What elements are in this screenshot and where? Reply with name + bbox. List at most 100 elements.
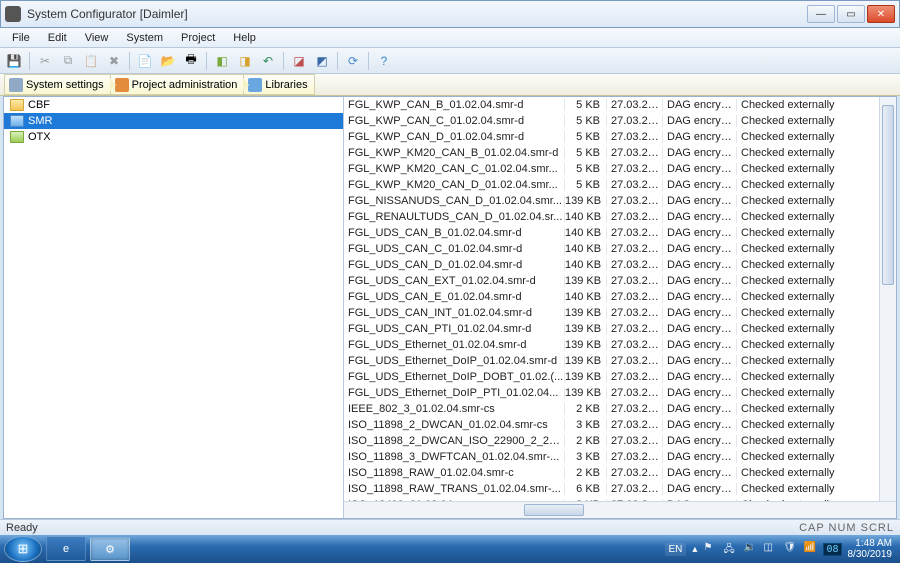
cell-enc: DAG encrypt... (662, 195, 736, 207)
refresh-button[interactable]: ⟳ (343, 51, 363, 71)
separator (29, 52, 30, 70)
tree-item-otx[interactable]: OTX (4, 129, 343, 145)
save-button[interactable]: 💾 (4, 51, 24, 71)
status-bar: Ready CAP NUM SCRL (0, 519, 900, 535)
cell-name: ISO_11898_2_DWCAN_ISO_22900_2_2_(... (344, 435, 564, 447)
vertical-scrollbar[interactable] (879, 97, 896, 501)
toolbar: 💾 ✂ ⧉ 📋 ✖ 📄 📂 🖶 ◧ ◨ ↶ ◪ ◩ ⟳ ? (0, 48, 900, 74)
flag-icon[interactable]: ⚑ (703, 542, 717, 556)
clock[interactable]: 1:48 AM 8/30/2019 (848, 538, 897, 560)
cell-date: 27.03.20... (606, 131, 662, 143)
table-row[interactable]: FGL_KWP_KM20_CAN_C_01.02.04.smr...5 KB27… (344, 161, 896, 177)
table-row[interactable]: ISO_11898_RAW_01.02.04.smr-c2 KB27.03.20… (344, 465, 896, 481)
cell-chk: Checked externally (736, 115, 896, 127)
cell-date: 27.03.20... (606, 243, 662, 255)
table-row[interactable]: FGL_UDS_Ethernet_DoIP_01.02.04.smr-d139 … (344, 353, 896, 369)
breadcrumb-item[interactable]: Libraries (243, 74, 314, 95)
cell-date: 27.03.20... (606, 307, 662, 319)
open-button[interactable]: 📂 (158, 51, 178, 71)
main-panel: CBFSMROTX FGL_KWP_CAN_B_01.02.04.smr-d5 … (3, 96, 897, 519)
separator (337, 52, 338, 70)
cell-chk: Checked externally (736, 483, 896, 495)
menu-project[interactable]: Project (173, 30, 223, 46)
cell-name: ISO_11898_2_DWCAN_01.02.04.smr-cs (344, 419, 564, 431)
horizontal-scrollbar[interactable] (344, 501, 896, 518)
breadcrumb-item[interactable]: Project administration (110, 74, 245, 95)
table-row[interactable]: FGL_KWP_CAN_C_01.02.04.smr-d5 KB27.03.20… (344, 113, 896, 129)
network-icon[interactable]: 🖧 (723, 542, 737, 556)
table-row[interactable]: ISO_11898_2_DWCAN_01.02.04.smr-cs3 KB27.… (344, 417, 896, 433)
close-button[interactable]: ✕ (867, 5, 895, 23)
volume-icon[interactable]: 🔉 (743, 542, 757, 556)
scrollbar-thumb[interactable] (524, 504, 584, 516)
start-button[interactable]: ⊞ (4, 536, 42, 562)
language-indicator[interactable]: EN (665, 543, 687, 556)
table-row[interactable]: IEEE_802_3_01.02.04.smr-cs2 KB27.03.20..… (344, 401, 896, 417)
table-row[interactable]: ISO_11898_RAW_TRANS_01.02.04.smr-...6 KB… (344, 481, 896, 497)
paste-button[interactable]: 📋 (81, 51, 101, 71)
new-button[interactable]: 📄 (135, 51, 155, 71)
breadcrumb-label: Project administration (132, 79, 238, 91)
table-row[interactable]: FGL_KWP_KM20_CAN_D_01.02.04.smr...5 KB27… (344, 177, 896, 193)
separator (129, 52, 130, 70)
taskbar-ie-button[interactable]: e (46, 537, 86, 561)
table-row[interactable]: FGL_UDS_Ethernet_DoIP_PTI_01.02.04...139… (344, 385, 896, 401)
table-row[interactable]: FGL_NISSANUDS_CAN_D_01.02.04.smr...139 K… (344, 193, 896, 209)
table-row[interactable]: FGL_RENAULTUDS_CAN_D_01.02.04.sr...140 K… (344, 209, 896, 225)
cell-chk: Checked externally (736, 147, 896, 159)
table-row[interactable]: FGL_KWP_CAN_D_01.02.04.smr-d5 KB27.03.20… (344, 129, 896, 145)
tree-item-smr[interactable]: SMR (4, 113, 343, 129)
taskbar-app-button[interactable]: ⚙ (90, 537, 130, 561)
tray-icon[interactable]: 📶 (803, 542, 817, 556)
table-row[interactable]: FGL_UDS_CAN_PTI_01.02.04.smr-d139 KB27.0… (344, 321, 896, 337)
table-row[interactable]: ISO_11898_3_DWFTCAN_01.02.04.smr-...3 KB… (344, 449, 896, 465)
table-row[interactable]: FGL_UDS_Ethernet_01.02.04.smr-d139 KB27.… (344, 337, 896, 353)
table-row[interactable]: FGL_UDS_CAN_C_01.02.04.smr-d140 KB27.03.… (344, 241, 896, 257)
tray-icon[interactable]: ◫ (763, 542, 777, 556)
grid-body[interactable]: FGL_KWP_CAN_B_01.02.04.smr-d5 KB27.03.20… (344, 97, 896, 501)
menu-system[interactable]: System (118, 30, 171, 46)
tray-segment[interactable]: 08 (823, 543, 841, 556)
cell-chk: Checked externally (736, 243, 896, 255)
cell-chk: Checked externally (736, 99, 896, 111)
tray-chevron-icon[interactable]: ▴ (692, 544, 697, 555)
tool-b-button[interactable]: ◨ (235, 51, 255, 71)
tool-a-button[interactable]: ◧ (212, 51, 232, 71)
table-row[interactable]: FGL_UDS_CAN_B_01.02.04.smr-d140 KB27.03.… (344, 225, 896, 241)
cell-enc: DAG encrypt... (662, 275, 736, 287)
cell-size: 5 KB (564, 147, 606, 159)
copy-button[interactable]: ⧉ (58, 51, 78, 71)
table-row[interactable]: FGL_UDS_Ethernet_DoIP_DOBT_01.02.(...139… (344, 369, 896, 385)
tree-panel[interactable]: CBFSMROTX (4, 97, 344, 518)
folder-icon (10, 115, 24, 127)
minimize-button[interactable]: — (807, 5, 835, 23)
cell-date: 27.03.20... (606, 291, 662, 303)
table-row[interactable]: FGL_UDS_CAN_E_01.02.04.smr-d140 KB27.03.… (344, 289, 896, 305)
menu-view[interactable]: View (77, 30, 117, 46)
menu-help[interactable]: Help (225, 30, 264, 46)
cut-button[interactable]: ✂ (35, 51, 55, 71)
print-button[interactable]: 🖶 (181, 51, 201, 71)
help-button[interactable]: ? (374, 51, 394, 71)
cell-size: 139 KB (564, 339, 606, 351)
scrollbar-thumb[interactable] (882, 105, 894, 285)
tool-d-button[interactable]: ◩ (312, 51, 332, 71)
menu-edit[interactable]: Edit (40, 30, 75, 46)
table-row[interactable]: ISO_11898_2_DWCAN_ISO_22900_2_2_(...2 KB… (344, 433, 896, 449)
tool-c-button[interactable]: ◪ (289, 51, 309, 71)
undo-button[interactable]: ↶ (258, 51, 278, 71)
cell-name: FGL_KWP_KM20_CAN_C_01.02.04.smr... (344, 163, 564, 175)
delete-button[interactable]: ✖ (104, 51, 124, 71)
breadcrumb-item[interactable]: System settings (4, 74, 111, 95)
table-row[interactable]: FGL_UDS_CAN_EXT_01.02.04.smr-d139 KB27.0… (344, 273, 896, 289)
maximize-button[interactable]: ▭ (837, 5, 865, 23)
menu-file[interactable]: File (4, 30, 38, 46)
tree-item-cbf[interactable]: CBF (4, 97, 343, 113)
table-row[interactable]: FGL_KWP_CAN_B_01.02.04.smr-d5 KB27.03.20… (344, 97, 896, 113)
table-row[interactable]: FGL_UDS_CAN_D_01.02.04.smr-d140 KB27.03.… (344, 257, 896, 273)
tray-icon[interactable]: 🛡 (783, 542, 797, 556)
table-row[interactable]: FGL_UDS_CAN_INT_01.02.04.smr-d139 KB27.0… (344, 305, 896, 321)
cell-date: 27.03.20... (606, 387, 662, 399)
table-row[interactable]: FGL_KWP_KM20_CAN_B_01.02.04.smr-d5 KB27.… (344, 145, 896, 161)
cell-name: FGL_UDS_CAN_PTI_01.02.04.smr-d (344, 323, 564, 335)
